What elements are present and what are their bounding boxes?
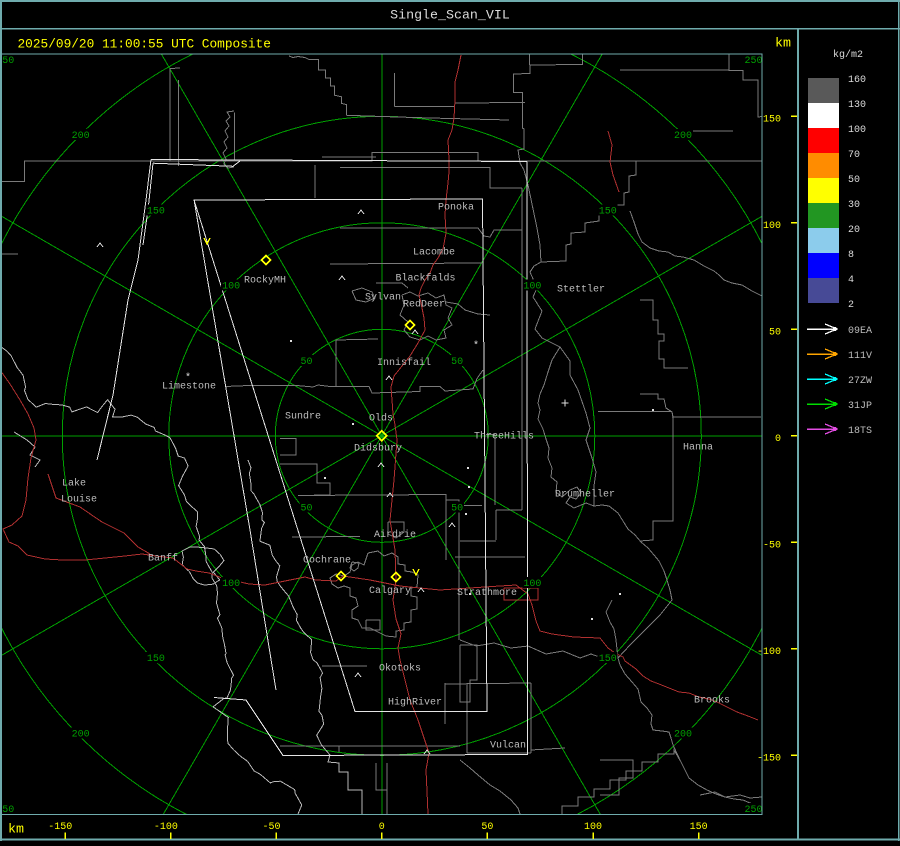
svg-text:RockyMH: RockyMH	[244, 275, 286, 287]
svg-text:Vulcan: Vulcan	[490, 740, 526, 752]
svg-text:100: 100	[848, 125, 866, 136]
svg-text:100: 100	[222, 282, 240, 293]
svg-text:0: 0	[379, 822, 385, 833]
svg-text:Calgary: Calgary	[369, 585, 411, 597]
svg-text:-50: -50	[262, 822, 280, 833]
svg-text:50: 50	[769, 327, 781, 338]
svg-text:150: 150	[147, 206, 165, 217]
svg-text:Louise: Louise	[61, 494, 97, 506]
svg-text:Lake: Lake	[62, 478, 86, 490]
svg-text:130: 130	[848, 100, 866, 111]
svg-text:*: *	[473, 340, 479, 352]
svg-text:250: 250	[744, 56, 762, 67]
svg-text:Cochrane: Cochrane	[303, 555, 351, 567]
svg-text:km: km	[8, 822, 24, 837]
svg-text:8: 8	[848, 250, 854, 261]
svg-text:200: 200	[72, 730, 90, 741]
svg-text:0: 0	[775, 434, 781, 445]
svg-text:111V: 111V	[848, 351, 872, 362]
svg-text:Stettler: Stettler	[557, 284, 605, 296]
svg-text:50: 50	[300, 504, 312, 515]
svg-text:30: 30	[848, 200, 860, 211]
svg-text:100: 100	[763, 221, 781, 232]
svg-text:50: 50	[451, 357, 463, 368]
svg-text:50: 50	[848, 175, 860, 186]
svg-text:Sylvan: Sylvan	[365, 292, 401, 304]
svg-text:Drumheller: Drumheller	[555, 489, 615, 501]
svg-text:200: 200	[674, 131, 692, 142]
svg-text:Olds: Olds	[369, 413, 393, 425]
svg-text:Lacombe: Lacombe	[413, 247, 455, 259]
svg-text:20: 20	[848, 225, 860, 236]
svg-text:2: 2	[848, 300, 854, 311]
svg-text:50: 50	[481, 822, 493, 833]
svg-text:Strathmore: Strathmore	[457, 587, 517, 599]
svg-text:200: 200	[72, 131, 90, 142]
svg-text:Brooks: Brooks	[694, 695, 730, 707]
svg-text:50: 50	[300, 357, 312, 368]
svg-text:100: 100	[584, 822, 602, 833]
svg-text:HighRiver: HighRiver	[388, 697, 442, 709]
svg-text:Blackfalds: Blackfalds	[395, 273, 455, 285]
svg-text:Okotoks: Okotoks	[379, 663, 421, 675]
svg-text:250: 250	[0, 56, 14, 67]
svg-text:Innisfail: Innisfail	[377, 357, 431, 369]
svg-text:150: 150	[147, 654, 165, 665]
svg-text:Airdrie: Airdrie	[374, 529, 416, 541]
svg-text:kg/m2: kg/m2	[833, 49, 863, 61]
svg-text:150: 150	[763, 114, 781, 125]
svg-text:-100: -100	[757, 647, 781, 658]
svg-text:2025/09/20 11:00:55 UTC Compos: 2025/09/20 11:00:55 UTC Composite	[18, 37, 271, 52]
svg-text:160: 160	[848, 75, 866, 86]
svg-text:Banff: Banff	[148, 553, 178, 565]
svg-text:km: km	[775, 36, 791, 51]
svg-text:200: 200	[674, 730, 692, 741]
svg-text:-150: -150	[48, 822, 72, 833]
svg-text:RedDeer: RedDeer	[403, 299, 445, 311]
svg-text:70: 70	[848, 150, 860, 161]
svg-text:Didsbury: Didsbury	[354, 443, 402, 455]
svg-text:150: 150	[599, 654, 617, 665]
svg-text:100: 100	[523, 282, 541, 293]
svg-text:50: 50	[451, 504, 463, 515]
svg-text:Ponoka: Ponoka	[438, 202, 474, 214]
svg-text:-150: -150	[757, 753, 781, 764]
svg-text:-50: -50	[763, 540, 781, 551]
svg-text:27ZW: 27ZW	[848, 376, 872, 387]
svg-text:100: 100	[523, 579, 541, 590]
svg-text:4: 4	[848, 275, 854, 286]
svg-text:Hanna: Hanna	[683, 443, 713, 454]
svg-text:18TS: 18TS	[848, 426, 872, 437]
svg-text:31JP: 31JP	[848, 401, 872, 412]
svg-text:*: *	[185, 372, 191, 384]
svg-text:100: 100	[222, 579, 240, 590]
svg-text:Single_Scan_VIL: Single_Scan_VIL	[390, 8, 510, 23]
svg-text:09EA: 09EA	[848, 326, 872, 337]
svg-text:150: 150	[690, 822, 708, 833]
svg-text:150: 150	[599, 206, 617, 217]
svg-text:Sundre: Sundre	[285, 411, 321, 423]
svg-text:-100: -100	[154, 822, 178, 833]
svg-text:ThreeHills: ThreeHills	[474, 431, 534, 443]
